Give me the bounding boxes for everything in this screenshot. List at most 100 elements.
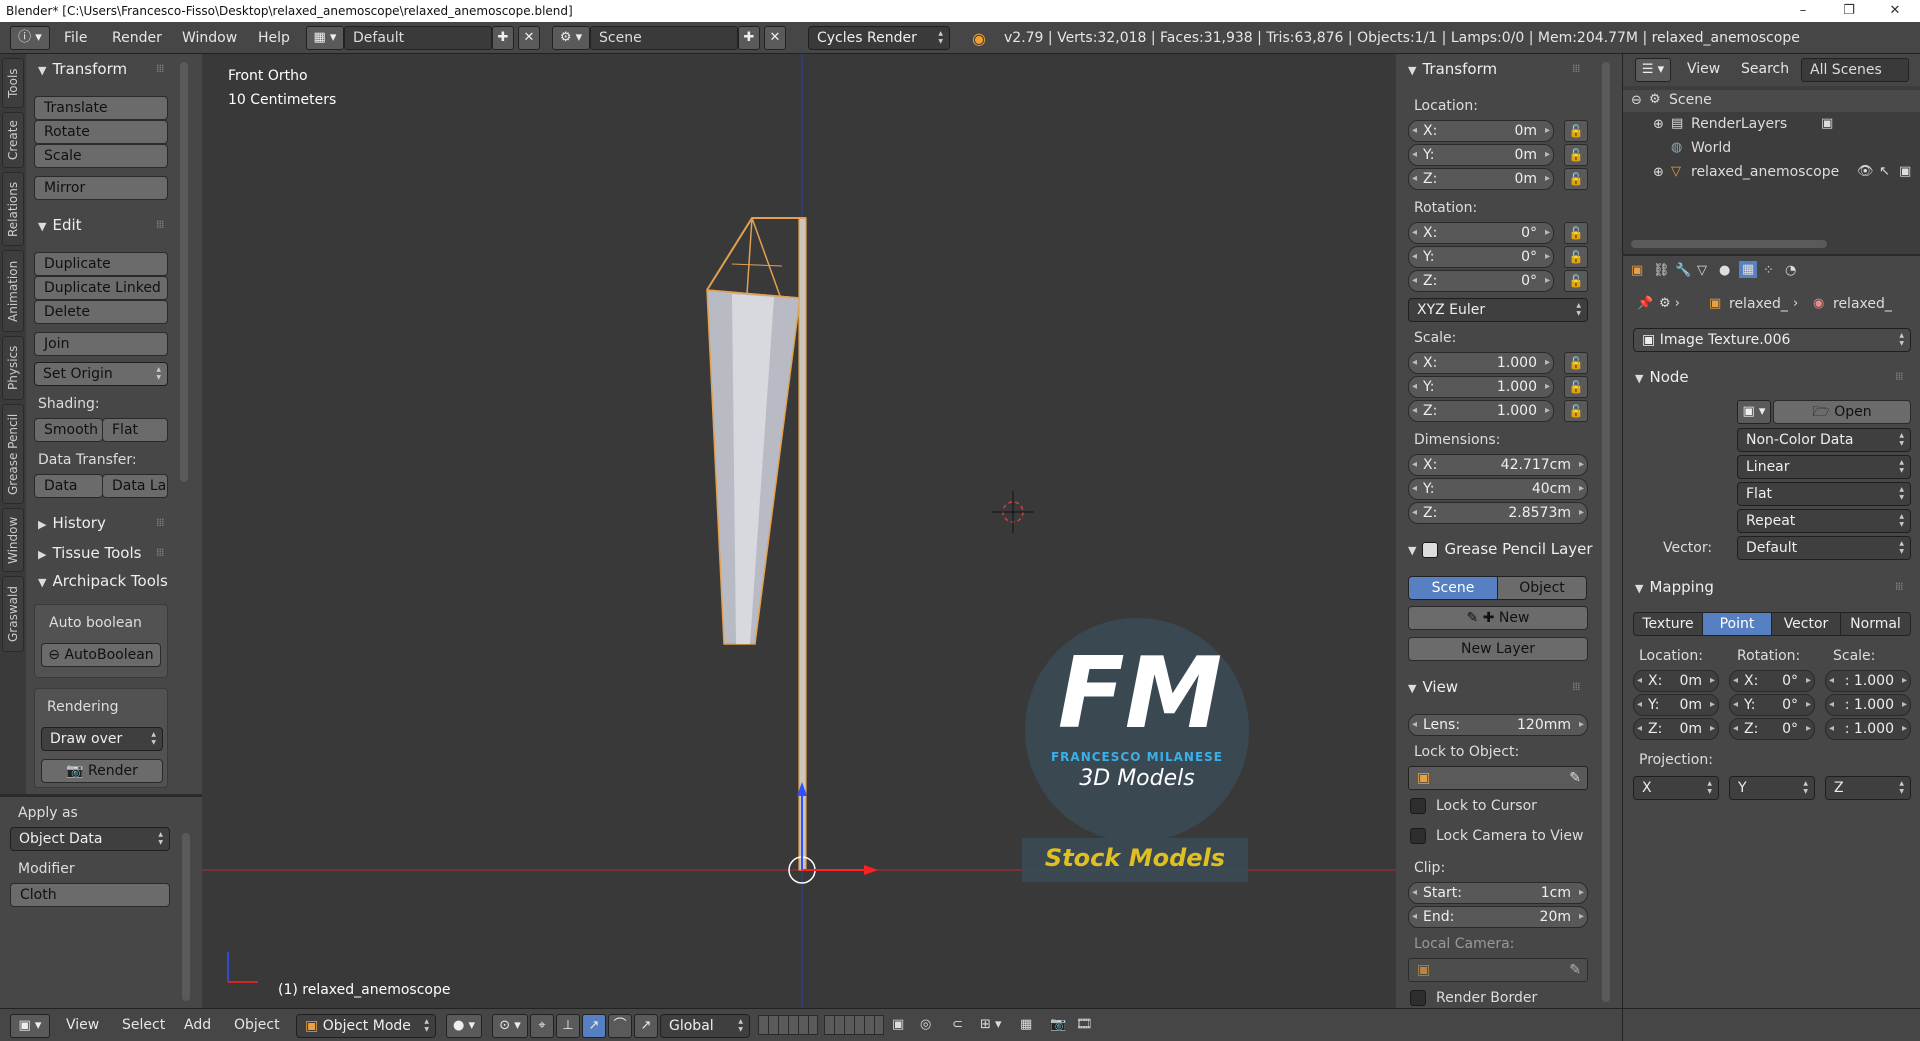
transform-panel-header[interactable]: ▼ Transform xyxy=(38,60,127,78)
mode-select[interactable]: ▣ Object Mode xyxy=(296,1014,436,1038)
lock-icon[interactable]: 🔓 xyxy=(1564,144,1588,166)
location-y-field[interactable]: Y:0m xyxy=(1408,144,1554,166)
archipack-panel-header[interactable]: ▼ Archipack Tools xyxy=(38,572,174,590)
local-camera-field[interactable]: ▣ ✎ xyxy=(1408,958,1588,982)
expand-icon[interactable]: ⊕ xyxy=(1653,117,1664,132)
menu-help[interactable]: Help xyxy=(258,30,290,46)
proportional-edit-icon[interactable]: ◎ xyxy=(920,1017,931,1032)
mapping-rot-y-field[interactable]: Y:0° xyxy=(1729,694,1815,716)
shading-mode-button[interactable]: ● ▾ xyxy=(446,1014,482,1038)
delete-scene-button[interactable]: ✕ xyxy=(764,26,786,50)
data-layers-button[interactable]: Data La xyxy=(102,474,168,498)
image-browse-button[interactable]: ▣ ▾ xyxy=(1737,400,1771,424)
outliner-view-menu[interactable]: View xyxy=(1687,61,1720,77)
mapping-loc-x-field[interactable]: X:0m xyxy=(1633,670,1719,692)
expand-icon[interactable]: ⊕ xyxy=(1653,165,1664,180)
render-engine-select[interactable]: Cycles Render xyxy=(808,26,950,50)
drag-grip-icon[interactable]: ⁞⁞⁞ xyxy=(156,218,164,231)
layer-buttons-a[interactable] xyxy=(758,1015,818,1035)
scale-button[interactable]: Scale xyxy=(34,144,168,168)
lock-layer-icon[interactable]: ▣ xyxy=(892,1017,904,1032)
outliner-row-world[interactable]: ◍ World xyxy=(1623,138,1920,160)
tab-animation[interactable]: Animation xyxy=(2,250,24,332)
outliner-editor-type[interactable]: ☰ ▾ xyxy=(1635,58,1671,82)
outliner-filter-select[interactable]: All Scenes xyxy=(1801,58,1909,82)
projection-y-select[interactable]: Y xyxy=(1729,776,1815,800)
eye-icon[interactable]: 👁 xyxy=(1857,164,1874,179)
mapping-texture-tab[interactable]: Texture xyxy=(1633,612,1703,636)
view-panel-header[interactable]: ▼ View xyxy=(1408,678,1458,696)
duplicate-linked-button[interactable]: Duplicate Linked xyxy=(34,276,168,300)
data-tab-icon[interactable]: ▽ xyxy=(1697,263,1707,278)
render-opengl-icon[interactable]: 📷 xyxy=(1050,1017,1066,1032)
collapse-icon[interactable]: ⊖ xyxy=(1631,93,1642,108)
eyedropper-icon[interactable]: ✎ xyxy=(1569,959,1581,981)
lens-field[interactable]: Lens:120mm xyxy=(1408,714,1588,736)
tab-physics[interactable]: Physics xyxy=(2,336,24,400)
lock-object-field[interactable]: ▣ ✎ xyxy=(1408,766,1588,790)
history-panel-header[interactable]: ▶ History xyxy=(38,514,106,532)
screen-layout-field[interactable]: Default xyxy=(344,26,492,50)
mapping-loc-z-field[interactable]: Z:0m xyxy=(1633,718,1719,740)
lock-icon[interactable]: 🔓 xyxy=(1564,246,1588,268)
delete-button[interactable]: Delete xyxy=(34,300,168,324)
clip-start-field[interactable]: Start:1cm xyxy=(1408,882,1588,904)
open-image-button[interactable]: 🗁 Open xyxy=(1773,400,1911,424)
orientation-select[interactable]: Global xyxy=(660,1014,750,1038)
rotation-y-field[interactable]: Y:0° xyxy=(1408,246,1554,268)
rotate-button[interactable]: Rotate xyxy=(34,120,168,144)
material-tab-icon[interactable]: ● xyxy=(1719,263,1730,278)
transform-props-header[interactable]: ▼ Transform xyxy=(1408,60,1497,78)
tab-create[interactable]: Create xyxy=(2,112,24,168)
mapping-point-tab[interactable]: Point xyxy=(1702,612,1772,636)
layout-type-button[interactable]: ▦ ▾ xyxy=(306,26,344,50)
mapping-scale-y-field[interactable]: : 1.000 xyxy=(1825,694,1911,716)
mirror-button[interactable]: Mirror xyxy=(34,176,168,200)
menu-select[interactable]: Select xyxy=(122,1017,165,1033)
render-animation-icon[interactable]: 🎞 xyxy=(1076,1017,1093,1032)
tab-window[interactable]: Window xyxy=(2,508,24,572)
layer-buttons-b[interactable] xyxy=(824,1015,884,1035)
lock-icon[interactable]: 🔓 xyxy=(1564,352,1588,374)
location-x-field[interactable]: X:0m xyxy=(1408,120,1554,142)
set-origin-select[interactable]: Set Origin xyxy=(34,362,168,386)
render-button[interactable]: 📷 Render xyxy=(41,759,163,783)
pivot-point-button[interactable]: ⊙ ▾ xyxy=(492,1014,528,1038)
maximize-button[interactable]: ❐ xyxy=(1826,0,1872,22)
snap-icon[interactable]: ⊂ xyxy=(952,1017,963,1032)
mapping-scale-x-field[interactable]: : 1.000 xyxy=(1825,670,1911,692)
mapping-panel-header[interactable]: ▼ Mapping xyxy=(1635,578,1714,596)
menu-add[interactable]: Add xyxy=(184,1017,211,1033)
node-panel-header[interactable]: ▼ Node xyxy=(1635,368,1689,386)
dimensions-z-field[interactable]: Z:2.8573m xyxy=(1408,502,1588,524)
drag-grip-icon[interactable]: ⁞⁞⁞ xyxy=(156,62,164,75)
duplicate-button[interactable]: Duplicate xyxy=(34,252,168,276)
dimensions-x-field[interactable]: X:42.717cm xyxy=(1408,454,1588,476)
constraints-tab-icon[interactable]: ⛓ xyxy=(1653,263,1670,278)
snap-target-icon[interactable]: ▦ xyxy=(1020,1017,1032,1032)
gp-new-button[interactable]: ✎ ✚ New xyxy=(1408,606,1588,630)
rotation-z-field[interactable]: Z:0° xyxy=(1408,270,1554,292)
outliner-search-menu[interactable]: Search xyxy=(1741,61,1789,77)
scene-type-button[interactable]: ⚙ ▾ xyxy=(552,26,590,50)
cursor-select-icon[interactable]: ↖ xyxy=(1879,164,1890,179)
tab-graswald[interactable]: Graswald xyxy=(2,576,24,652)
lock-icon[interactable]: 🔓 xyxy=(1564,400,1588,422)
particles-tab-icon[interactable]: ⁘ xyxy=(1763,263,1774,278)
mapping-scale-z-field[interactable]: : 1.000 xyxy=(1825,718,1911,740)
menu-render[interactable]: Render xyxy=(112,30,162,46)
color-space-select[interactable]: Non-Color Data xyxy=(1737,428,1911,452)
projection-mode-select[interactable]: Flat xyxy=(1737,482,1911,506)
flat-button[interactable]: Flat xyxy=(102,418,168,442)
projection-x-select[interactable]: X xyxy=(1633,776,1719,800)
rotation-mode-select[interactable]: XYZ Euler xyxy=(1408,298,1588,322)
draw-over-select[interactable]: Draw over xyxy=(41,727,163,751)
dimensions-y-field[interactable]: Y:40cm xyxy=(1408,478,1588,500)
render-camera-icon[interactable]: ▣ xyxy=(1899,164,1911,179)
drag-grip-icon[interactable]: ⁞⁞⁞ xyxy=(1895,580,1903,593)
translate-manipulator[interactable]: ⊥ xyxy=(556,1014,580,1038)
eyedropper-icon[interactable]: ✎ xyxy=(1569,767,1581,789)
interpolation-select[interactable]: Linear xyxy=(1737,455,1911,479)
lock-camera-checkbox[interactable] xyxy=(1410,828,1426,844)
extension-select[interactable]: Repeat xyxy=(1737,509,1911,533)
